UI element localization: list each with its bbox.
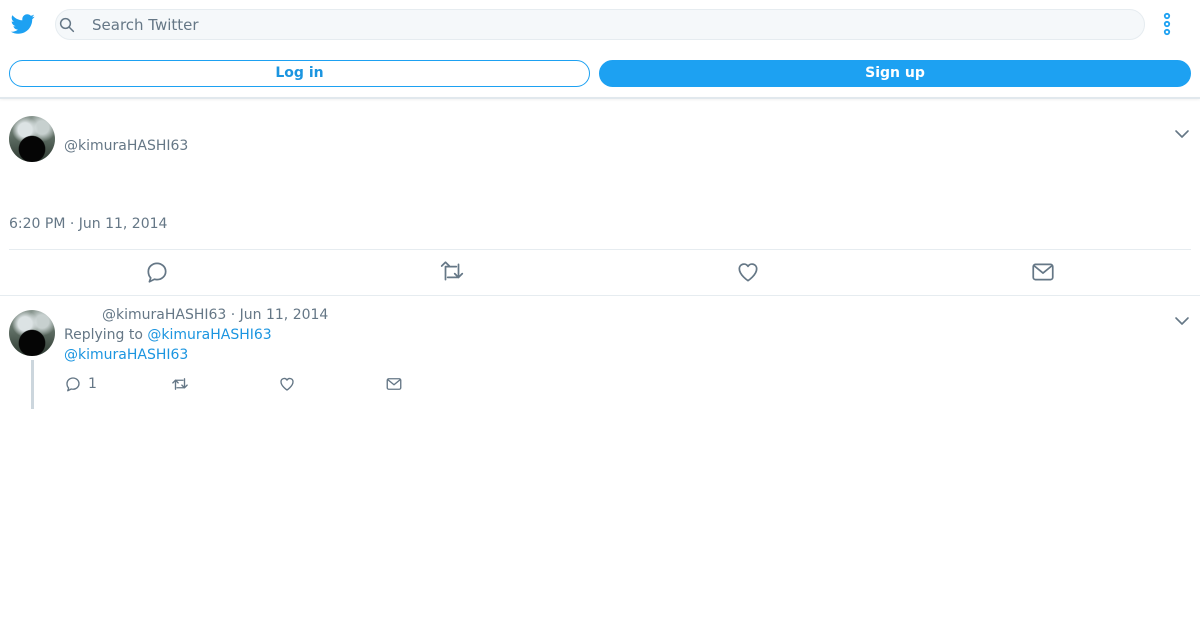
chevron-down-icon[interactable] [1174,311,1190,325]
tweet-text-mention-link[interactable]: @kimuraHASHI63 [64,347,188,363]
retweet-icon [440,261,464,281]
auth-buttons: Log in Sign up [0,56,1200,92]
envelope-icon [1032,263,1054,281]
twitter-bird-icon[interactable] [10,12,36,36]
reply-button[interactable]: 1 [64,374,97,394]
like-button[interactable] [735,259,761,285]
heart-icon [280,377,294,391]
search-input[interactable] [92,10,1132,39]
reply-icon [147,262,167,283]
chevron-down-icon[interactable] [1174,124,1190,138]
retweet-icon [172,378,188,390]
heart-icon [738,263,758,282]
reply-button[interactable] [144,259,170,285]
header-divider [0,97,1200,99]
reply-date[interactable]: · Jun 11, 2014 [231,307,329,323]
replying-to-label: Replying to [64,327,143,343]
avatar[interactable] [9,310,55,356]
replying-to-mention-link[interactable]: @kimuraHASHI63 [147,327,271,343]
avatar[interactable] [9,116,55,162]
retweet-button[interactable] [171,374,189,394]
search-box[interactable] [55,9,1145,40]
reply-tweet-actions: 1 [64,374,424,396]
direct-message-button[interactable] [385,374,403,394]
tweet-author-handle[interactable]: @kimuraHASHI63 [64,138,188,154]
envelope-icon [386,378,402,390]
search-icon [58,16,76,34]
retweet-button[interactable] [439,259,465,285]
signup-button[interactable]: Sign up [599,60,1191,87]
replying-to: Replying to @kimuraHASHI63 [64,327,272,343]
tweet-timestamp[interactable]: 6:20 PM · Jun 11, 2014 [9,216,167,232]
top-bar [0,0,1200,48]
reply-icon [66,377,80,392]
login-button[interactable]: Log in [9,60,590,87]
more-vertical-icon[interactable] [1160,12,1174,36]
like-button[interactable] [278,374,296,394]
thread-line [31,360,34,409]
tweet-actions [9,250,1191,294]
reply-meta: @kimuraHASHI63 · Jun 11, 2014 [102,307,328,323]
reply-author-handle[interactable]: @kimuraHASHI63 [102,307,226,323]
reply-count: 1 [88,376,97,392]
direct-message-button[interactable] [1030,259,1056,285]
tweet-divider [0,295,1200,296]
